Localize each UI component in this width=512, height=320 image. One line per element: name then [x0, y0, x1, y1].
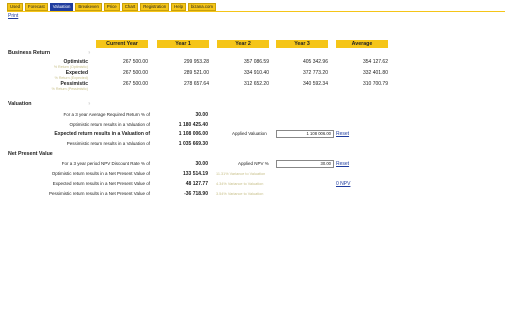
column-header-average: Average [336, 40, 388, 48]
tab-valuation[interactable]: Valuation [49, 3, 74, 11]
tab-used[interactable]: Used [7, 3, 24, 11]
expected-npv-label: Expected return results in a Net Present… [52, 181, 150, 186]
expected-variance: 4.34% Variance to Valuation [216, 182, 264, 186]
cell: 299 953.28 [183, 59, 209, 65]
expected-npv-value: 48 127.77 [185, 181, 208, 187]
help-icon[interactable]: ? [88, 101, 90, 106]
column-header-year-2: Year 2 [217, 40, 269, 48]
column-header-current-year: Current Year [96, 40, 148, 48]
row-sublabel: % Return (Expected) [54, 76, 88, 80]
cell: 354 127.62 [362, 59, 388, 65]
column-header-year-1: Year 1 [157, 40, 209, 48]
tab-chart[interactable]: Chart [121, 3, 139, 11]
cell: 267 500.00 [122, 70, 148, 76]
column-header-year-3: Year 3 [276, 40, 328, 48]
npv-discount-value: 30.00 [195, 161, 208, 167]
row-sublabel: % Return (Optimistic) [53, 65, 88, 69]
cell: 334 910.40 [243, 70, 269, 76]
pessimistic-npv-value: -36 718.90 [184, 191, 208, 197]
applied-valuation-input[interactable]: 1 108 006.00 [276, 130, 334, 138]
reset-valuation-button[interactable]: Reset [336, 131, 349, 137]
pessimistic-npv-label: Pessimistic return results in a Net Pres… [49, 191, 150, 196]
print-link[interactable]: Print [8, 13, 18, 19]
tab-underline [7, 11, 505, 12]
cell: 312 652.20 [243, 81, 269, 87]
business-return-title: Business Return [8, 50, 51, 56]
required-return-value: 30.00 [195, 112, 208, 118]
optimistic-valuation-label: Optimistic return results in a Valuation… [69, 122, 150, 127]
cell: 357 086.59 [243, 59, 269, 65]
npv-title: Net Present Value [8, 151, 53, 157]
row-sublabel: % Return (Pessimistic) [51, 87, 88, 91]
cell: 332 401.80 [362, 70, 388, 76]
tab-breakeven[interactable]: Breakeven [75, 3, 102, 11]
cell: 372 773.20 [302, 70, 328, 76]
applied-npv-input[interactable]: 30.00 [276, 160, 334, 168]
optimistic-npv-value: 133 514.19 [182, 171, 208, 177]
tab-bar: Used Forecast Valuation Breakeven Price … [7, 3, 216, 11]
cell: 340 592.34 [302, 81, 328, 87]
pessimistic-valuation-value: 1 035 669.30 [178, 141, 208, 147]
cell: 405 342.96 [302, 59, 328, 65]
tab-bizana[interactable]: bizana.com [188, 3, 216, 11]
zero-npv-link[interactable]: 0 NPV [336, 181, 350, 187]
tab-registration[interactable]: Registration [140, 3, 170, 11]
pessimistic-variance: 3.54% Variance to Valuation [216, 192, 264, 196]
cell: 289 521.00 [183, 70, 209, 76]
tab-forecast[interactable]: Forecast [25, 3, 48, 11]
required-return-label: For a 3 year Average Required Return % o… [63, 112, 150, 117]
tab-price[interactable]: Price [103, 3, 120, 11]
help-icon[interactable]: ? [88, 50, 90, 55]
reset-npv-button[interactable]: Reset [336, 161, 349, 167]
cell: 310 700.79 [362, 81, 388, 87]
optimistic-variance: 11.31% Variance to Valuation [216, 172, 266, 176]
expected-valuation-value: 1 108 006.00 [178, 131, 208, 137]
applied-npv-label: Applied NPV % [238, 161, 269, 166]
valuation-title: Valuation [8, 101, 32, 107]
applied-valuation-label: Applied Valuation [232, 131, 267, 136]
optimistic-valuation-value: 1 180 425.40 [178, 122, 208, 128]
cell: 267 500.00 [122, 81, 148, 87]
tab-help[interactable]: Help [171, 3, 186, 11]
cell: 278 657.64 [183, 81, 209, 87]
optimistic-npv-label: Optimistic return results in a Net Prese… [51, 171, 150, 176]
pessimistic-valuation-label: Pessimistic return results in a Valuatio… [66, 141, 150, 146]
expected-valuation-label: Expected return results in a Valuation o… [54, 131, 150, 137]
npv-discount-label: For a 3 year period NPV Discount Rate % … [61, 161, 150, 166]
cell: 267 500.00 [122, 59, 148, 65]
